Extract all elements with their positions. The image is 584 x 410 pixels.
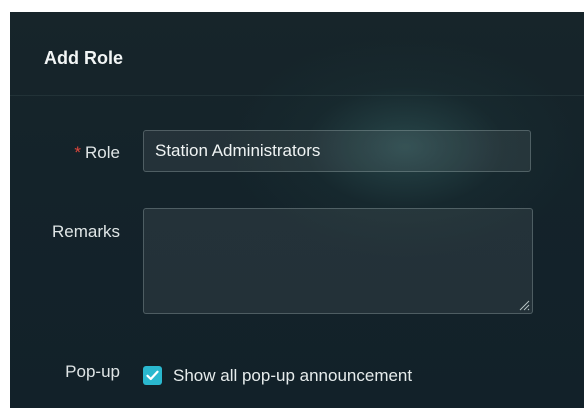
popup-label: Pop-up [65, 362, 120, 381]
remarks-label: Remarks [51, 222, 120, 241]
remarks-textarea[interactable] [143, 208, 533, 314]
required-marker: * [74, 143, 82, 162]
checkmark-icon [146, 370, 159, 381]
role-label-text: Role [85, 143, 120, 162]
remarks-field-wrapper [143, 208, 533, 314]
resize-grip-icon[interactable] [518, 299, 530, 311]
add-role-dialog: Add Role *Role Remarks Pop-up Show all p… [10, 12, 584, 408]
popup-checkbox[interactable] [143, 366, 162, 385]
dialog-header: Add Role [10, 12, 584, 96]
dialog-title: Add Role [44, 48, 123, 68]
role-label: * Role [74, 143, 120, 163]
popup-checkbox-label[interactable]: Show all pop-up announcement [173, 366, 412, 386]
role-input[interactable] [143, 130, 531, 172]
